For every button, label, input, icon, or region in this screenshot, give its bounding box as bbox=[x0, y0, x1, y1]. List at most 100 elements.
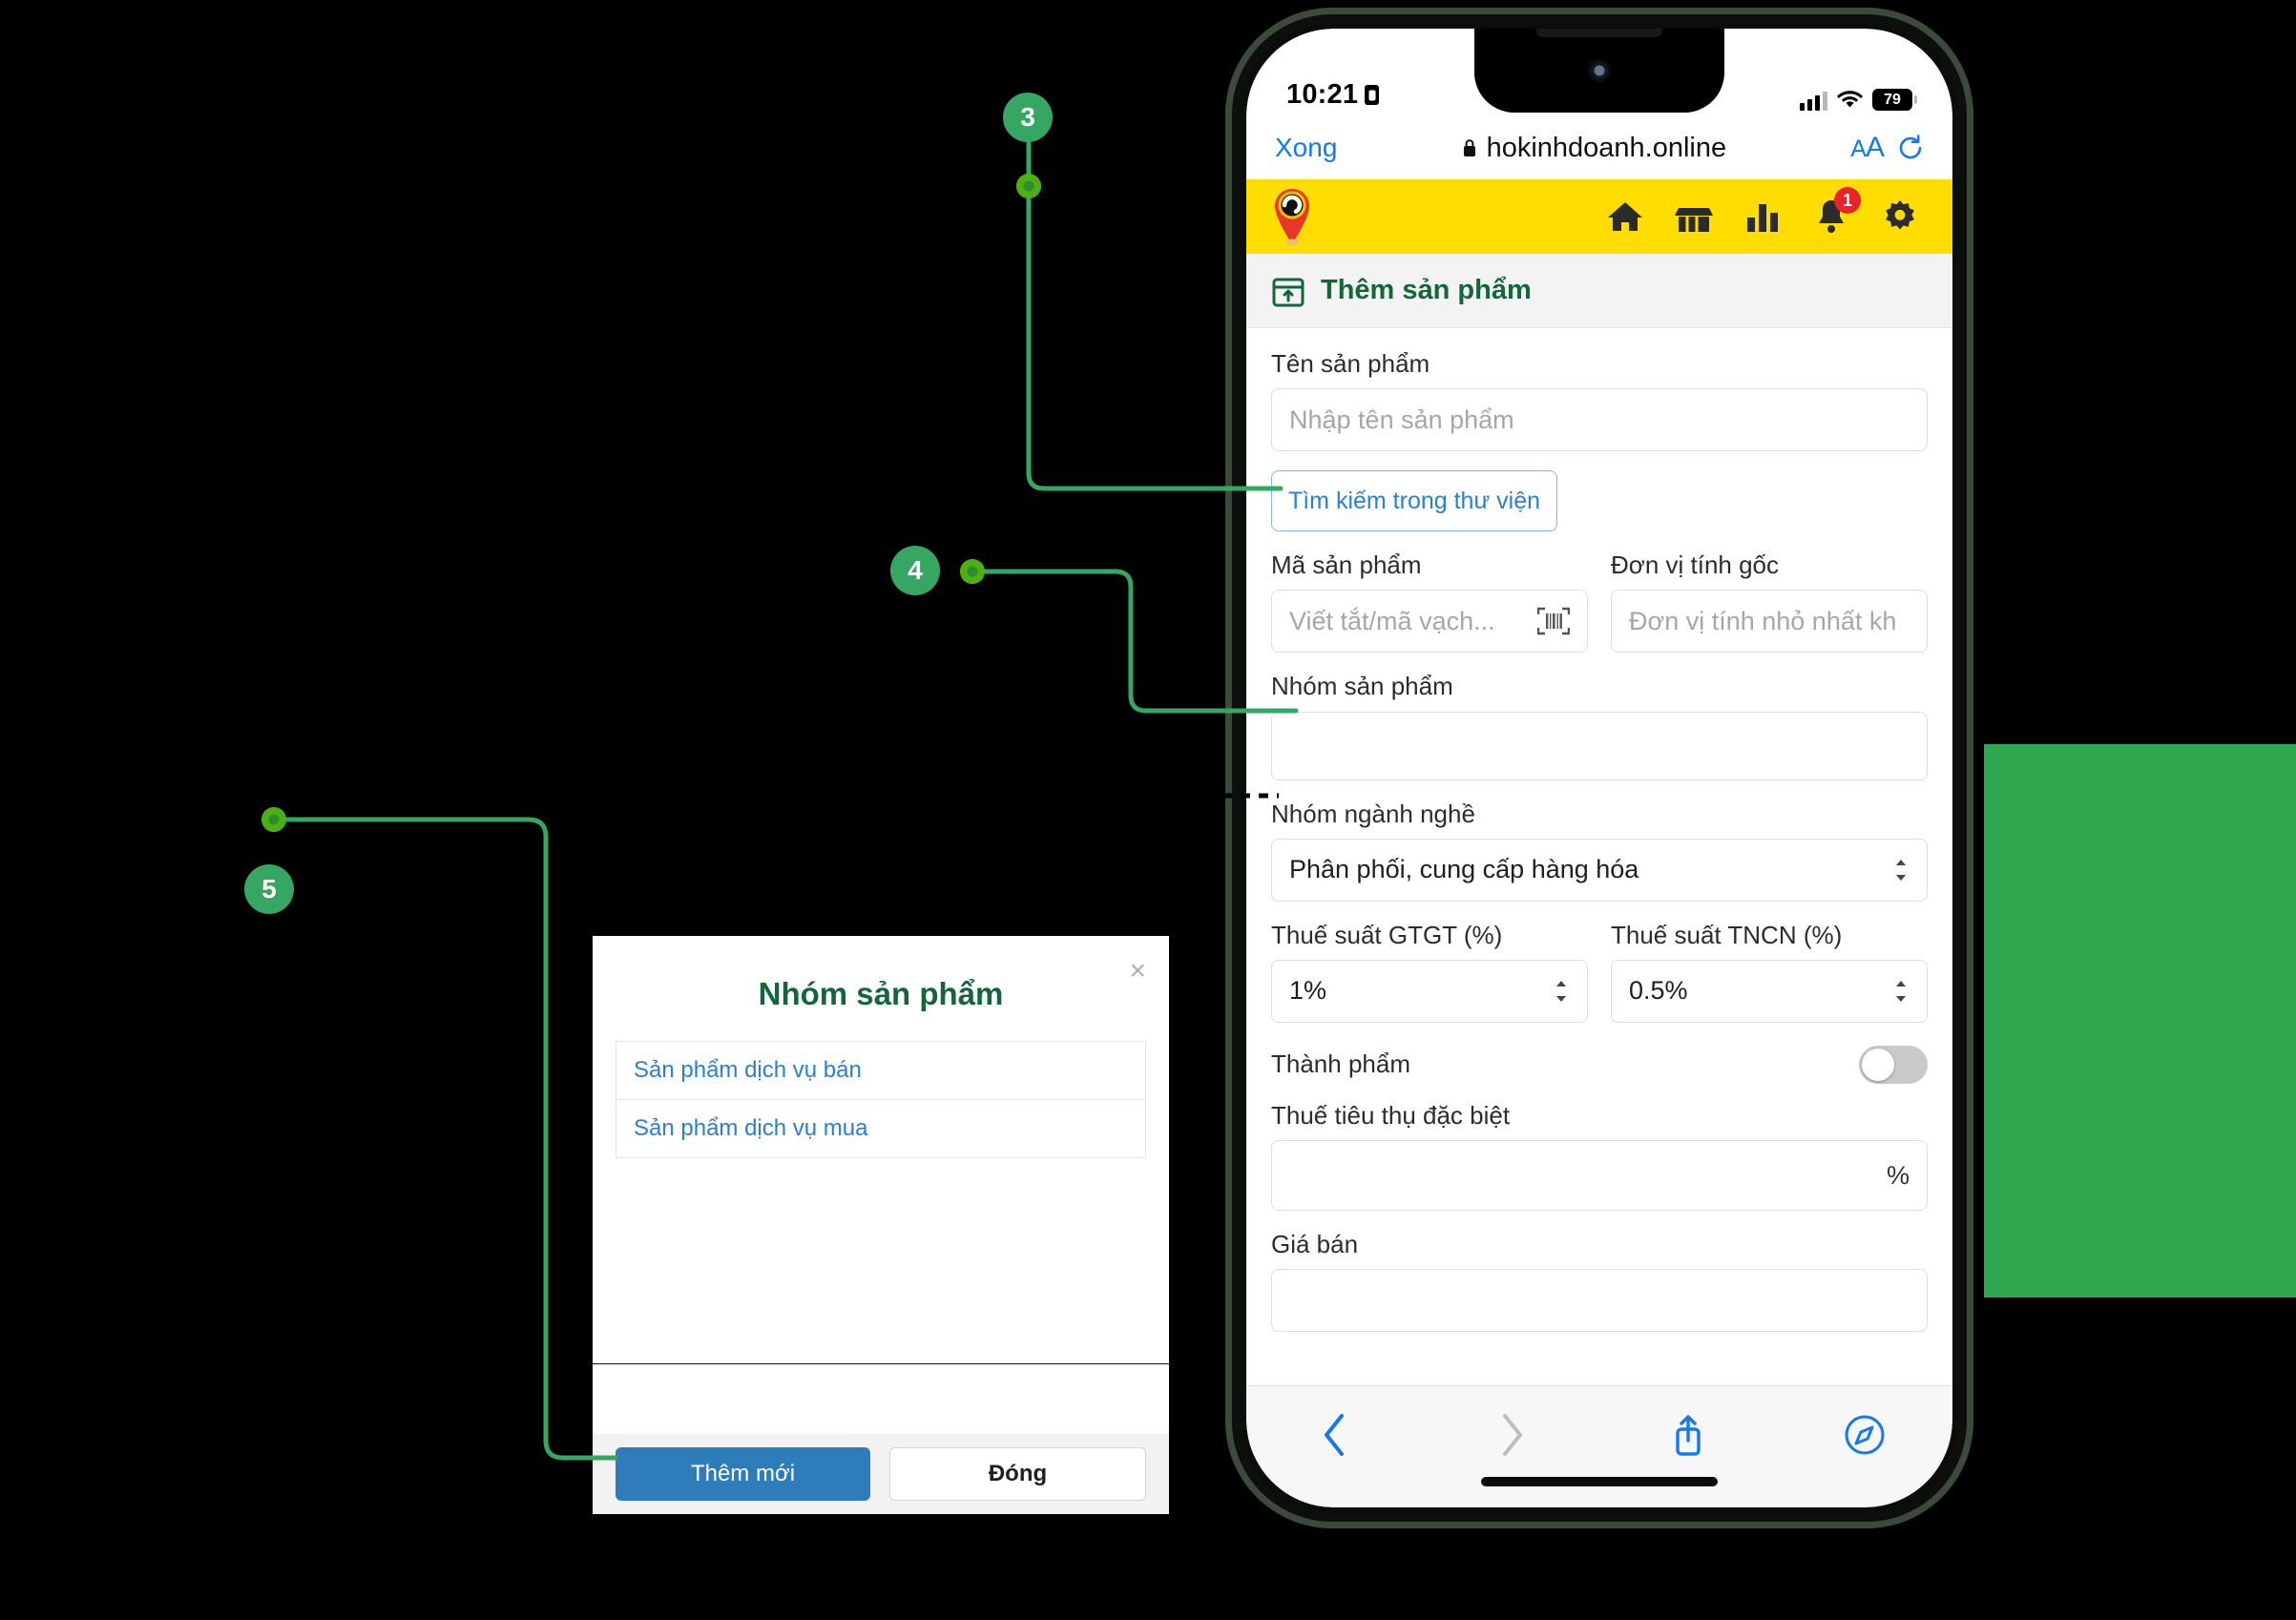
product-name-placeholder: Nhập tên sản phẩm bbox=[1289, 405, 1514, 434]
barcode-scan-icon[interactable] bbox=[1537, 607, 1570, 635]
product-code-input[interactable]: Viết tắt/mã vạch... bbox=[1271, 590, 1588, 654]
library-search-button[interactable]: Tìm kiếm trong thư viện bbox=[1271, 470, 1557, 532]
chevron-updown-icon bbox=[1553, 978, 1570, 1005]
home-icon[interactable] bbox=[1605, 197, 1645, 237]
battery-icon: 79 bbox=[1872, 89, 1917, 111]
home-indicator bbox=[1481, 1477, 1718, 1486]
close-icon[interactable]: × bbox=[1129, 957, 1146, 986]
add-new-button[interactable]: Thêm mới bbox=[616, 1447, 870, 1501]
earpiece-speaker bbox=[1536, 29, 1662, 37]
industry-group-value: Phân phối, cung cấp hàng hóa bbox=[1289, 855, 1639, 884]
modal-title: Nhóm sản phẩm bbox=[758, 976, 1004, 1011]
forward-icon[interactable] bbox=[1423, 1403, 1599, 1466]
lock-icon bbox=[1462, 138, 1477, 157]
app-top-bar: 1 bbox=[1246, 179, 1952, 254]
pit-select[interactable]: 0.5% bbox=[1611, 959, 1928, 1023]
list-item[interactable]: Sản phẩm dịch vụ mua bbox=[616, 1100, 1145, 1157]
product-group-modal: Nhóm sản phẩm × Sản phẩm dịch vụ bán Sản… bbox=[593, 936, 1169, 1514]
excise-tax-input[interactable]: % bbox=[1271, 1140, 1928, 1212]
callout-number: 4 bbox=[908, 555, 923, 585]
industry-group-select[interactable]: Phân phối, cung cấp hàng hóa bbox=[1271, 838, 1928, 902]
chart-icon[interactable] bbox=[1743, 197, 1783, 237]
ios-page: 10:21 79 Xong hokinhdoanh.online AA 1 Th… bbox=[1246, 29, 1952, 1507]
store-icon[interactable] bbox=[1674, 197, 1714, 237]
chevron-updown-icon bbox=[1892, 857, 1910, 883]
battery-level: 79 bbox=[1884, 91, 1901, 108]
modal-body: Sản phẩm dịch vụ bán Sản phẩm dịch vụ mu… bbox=[593, 1041, 1169, 1158]
excise-tax-label: Thuế tiêu thụ đặc biệt bbox=[1271, 1100, 1511, 1130]
vat-select[interactable]: 1% bbox=[1271, 959, 1588, 1023]
pit-label: Thuế suất TNCN (%) bbox=[1611, 920, 1843, 949]
cellular-signal-icon bbox=[1800, 90, 1827, 111]
add-product-icon bbox=[1271, 274, 1305, 308]
safari-bottom-bar bbox=[1246, 1385, 1952, 1507]
vat-label: Thuế suất GTGT (%) bbox=[1271, 920, 1503, 949]
base-unit-input[interactable]: Đơn vị tính nhỏ nhất kh bbox=[1611, 590, 1928, 654]
phone-frame: 10:21 79 Xong hokinhdoanh.online AA 1 Th… bbox=[1225, 8, 1973, 1528]
product-code-group: Mã sản phẩm Viết tắt/mã vạch... bbox=[1271, 550, 1588, 672]
vat-value: 1% bbox=[1289, 976, 1327, 1006]
address-field[interactable]: hokinhdoanh.online bbox=[1350, 133, 1837, 164]
compass-icon[interactable] bbox=[1776, 1403, 1952, 1466]
product-group-list: Sản phẩm dịch vụ bán Sản phẩm dịch vụ mu… bbox=[616, 1041, 1146, 1158]
modal-divider bbox=[593, 1363, 1169, 1364]
chevron-updown-icon bbox=[1892, 978, 1910, 1005]
base-unit-placeholder: Đơn vị tính nhỏ nhất kh bbox=[1629, 606, 1897, 635]
wifi-icon bbox=[1837, 90, 1863, 110]
callout-marker-5: 5 bbox=[244, 864, 294, 914]
pit-value: 0.5% bbox=[1629, 976, 1688, 1006]
share-icon[interactable] bbox=[1599, 1403, 1776, 1466]
product-name-label: Tên sản phẩm bbox=[1271, 349, 1430, 378]
finished-product-toggle[interactable] bbox=[1859, 1045, 1928, 1084]
product-group-label: Nhóm sản phẩm bbox=[1271, 672, 1453, 701]
product-form: Tên sản phẩm Nhập tên sản phẩm Tìm kiếm … bbox=[1246, 328, 1952, 1333]
app-bar-icons: 1 bbox=[1605, 187, 1928, 237]
page-title: Thêm sản phẩm bbox=[1321, 275, 1532, 305]
finished-product-row: Thành phẩm bbox=[1271, 1045, 1928, 1084]
tax-row: Thuế suất GTGT (%) 1% Thuế suất TNCN (%) bbox=[1271, 921, 1928, 1042]
screenshot-root: 3 4 5 10:21 79 Xong hokinhdoanh.online A… bbox=[0, 0, 2296, 1620]
sale-price-label: Giá bán bbox=[1271, 1230, 1359, 1259]
base-unit-label: Đơn vị tính gốc bbox=[1611, 550, 1780, 580]
brand-logo-pin-icon[interactable] bbox=[1271, 187, 1313, 246]
modal-footer: Thêm mới Đóng bbox=[593, 1434, 1169, 1514]
list-item[interactable]: Sản phẩm dịch vụ bán bbox=[616, 1042, 1145, 1100]
status-time-text: 10:21 bbox=[1286, 79, 1359, 110]
text-size-button[interactable]: AA bbox=[1850, 132, 1885, 164]
bell-icon[interactable]: 1 bbox=[1811, 187, 1861, 237]
back-icon[interactable] bbox=[1246, 1403, 1423, 1466]
safari-url-bar: Xong hokinhdoanh.online AA bbox=[1246, 116, 1952, 179]
callout-number: 5 bbox=[261, 874, 277, 903]
finished-product-label: Thành phẩm bbox=[1271, 1049, 1410, 1079]
location-icon bbox=[1365, 85, 1380, 105]
product-group-input[interactable] bbox=[1271, 711, 1928, 780]
gear-icon[interactable] bbox=[1880, 197, 1920, 237]
front-camera-icon bbox=[1588, 59, 1611, 82]
notification-badge: 1 bbox=[1834, 187, 1861, 214]
base-unit-group: Đơn vị tính gốc Đơn vị tính nhỏ nhất kh bbox=[1611, 550, 1928, 672]
close-button[interactable]: Đóng bbox=[889, 1447, 1146, 1501]
callout-marker-4: 4 bbox=[890, 546, 940, 595]
vat-group: Thuế suất GTGT (%) 1% bbox=[1271, 921, 1588, 1042]
phone-screen: 10:21 79 Xong hokinhdoanh.online AA 1 Th… bbox=[1246, 29, 1952, 1507]
product-code-placeholder: Viết tắt/mã vạch... bbox=[1289, 606, 1495, 635]
status-time: 10:21 bbox=[1286, 79, 1380, 111]
done-button[interactable]: Xong bbox=[1275, 133, 1337, 163]
callout-number: 3 bbox=[1020, 102, 1035, 132]
page-header: Thêm sản phẩm bbox=[1246, 254, 1952, 328]
status-right: 79 bbox=[1800, 89, 1917, 111]
green-block bbox=[1984, 744, 2296, 1298]
reload-icon[interactable] bbox=[1897, 135, 1924, 161]
callout-dot-3 bbox=[1016, 174, 1041, 198]
product-name-input[interactable]: Nhập tên sản phẩm bbox=[1271, 388, 1928, 452]
pit-group: Thuế suất TNCN (%) 0.5% bbox=[1611, 921, 1928, 1042]
code-unit-row: Mã sản phẩm Viết tắt/mã vạch... Đơn vị t… bbox=[1271, 550, 1928, 672]
phone-notch bbox=[1474, 29, 1724, 113]
callout-dot-4 bbox=[960, 559, 985, 584]
callout-dot-5 bbox=[261, 807, 286, 832]
industry-group-label: Nhóm ngành nghề bbox=[1271, 799, 1475, 828]
modal-header: Nhóm sản phẩm × bbox=[593, 936, 1169, 1041]
sale-price-input[interactable] bbox=[1271, 1269, 1928, 1333]
product-code-label: Mã sản phẩm bbox=[1271, 550, 1422, 580]
excise-tax-suffix: % bbox=[1886, 1160, 1910, 1190]
